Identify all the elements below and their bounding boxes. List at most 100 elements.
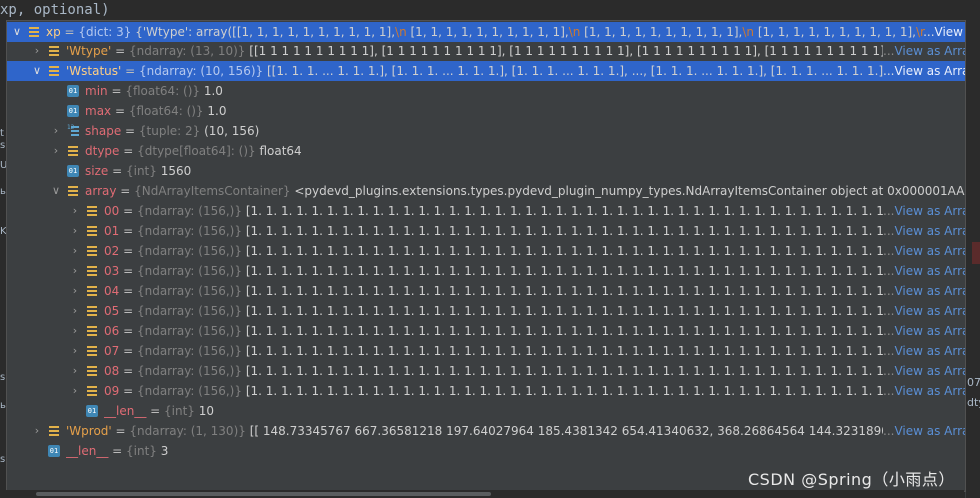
chevron-right-icon[interactable]: › (69, 221, 81, 241)
var-name: 08 (104, 364, 120, 378)
chevron-right-icon[interactable]: › (69, 201, 81, 221)
var-type: {ndarray: (156,)} (136, 284, 242, 298)
var-name: 00 (104, 204, 120, 218)
horizontal-scrollbar[interactable] (6, 490, 964, 498)
chevron-down-icon[interactable]: ∨ (31, 61, 43, 81)
var-value: (10, 156) (200, 124, 260, 138)
list-icon (67, 145, 79, 157)
view-as-array-link[interactable]: ...View as Array (883, 341, 965, 361)
var-name: 05 (104, 304, 120, 318)
tree-row-dtype[interactable]: › dtype = {dtype[float64]: ()} float64 (7, 141, 965, 161)
list-icon (86, 345, 98, 357)
var-type: {float64: ()} (125, 84, 201, 98)
tree-row-wstatus[interactable]: ∨ 'Wstatus' = {ndarray: (10, 156)} [[1. … (7, 61, 965, 81)
var-type: {dtype[float64]: ()} (137, 144, 256, 158)
view-as-array-link[interactable]: ...View as Array (883, 221, 965, 241)
chevron-down-icon[interactable]: ∨ (50, 181, 62, 201)
var-value: [1. 1. 1. 1. 1. 1. 1. 1. 1. 1. 1. 1. 1. … (245, 224, 883, 238)
tree-row-item[interactable]: › 05 = {ndarray: (156,)} [1. 1. 1. 1. 1.… (7, 301, 965, 321)
var-name: 02 (104, 244, 120, 258)
var-type: {ndarray: (13, 10)} (128, 44, 246, 58)
view-as-array-link[interactable]: ...View as Array (883, 281, 965, 301)
var-name: array (85, 184, 117, 198)
tree-row-item[interactable]: › 00 = {ndarray: (156,)} [1. 1. 1. 1. 1.… (7, 201, 965, 221)
var-value: [[ 148.73345767 667.36581218 197.6402796… (245, 424, 883, 438)
var-value: [1. 1. 1. 1. 1. 1. 1. 1. 1. 1. 1. 1. 1. … (245, 384, 883, 398)
chevron-right-icon[interactable]: › (31, 41, 43, 61)
var-type: {int} (125, 164, 157, 178)
var-name: shape (85, 124, 122, 138)
list-icon (86, 325, 98, 337)
var-name: 04 (104, 284, 120, 298)
tree-row-item[interactable]: › 01 = {ndarray: (156,)} [1. 1. 1. 1. 1.… (7, 221, 965, 241)
chevron-right-icon[interactable]: › (50, 121, 62, 141)
chevron-right-icon[interactable]: › (31, 421, 43, 441)
view-as-array-link[interactable]: ...View as Array (883, 61, 965, 81)
chevron-right-icon[interactable]: › (69, 241, 81, 261)
list-icon (48, 45, 60, 57)
var-type: {ndarray: (156,)} (136, 384, 242, 398)
view-as-array-link[interactable]: ...View as Array (883, 361, 965, 381)
chevron-right-icon[interactable]: › (69, 301, 81, 321)
view-as-array-link[interactable]: ...View as Array (883, 321, 965, 341)
var-name: 09 (104, 384, 120, 398)
tree-row-min[interactable]: 01 min = {float64: ()} 1.0 (7, 81, 965, 101)
tree-row-item[interactable]: › 04 = {ndarray: (156,)} [1. 1. 1. 1. 1.… (7, 281, 965, 301)
var-value: [[1. 1. 1. ... 1. 1. 1.], [1. 1. 1. ... … (266, 64, 883, 78)
error-marker (972, 242, 980, 264)
view-link[interactable]: ...View (923, 22, 963, 42)
view-as-array-link[interactable]: ...View as Array (883, 421, 965, 441)
tree-row-item[interactable]: › 07 = {ndarray: (156,)} [1. 1. 1. 1. 1.… (7, 341, 965, 361)
var-name: size (85, 164, 109, 178)
view-as-array-link[interactable]: ...View as Array (883, 201, 965, 221)
var-value: <pydevd_plugins.extensions.types.pydevd_… (290, 184, 965, 198)
tree-row-array-len[interactable]: 01 __len__ = {int} 10 (7, 401, 965, 421)
var-name: 'Wstatus' (66, 64, 122, 78)
view-as-array-link[interactable]: ...View as Array (883, 241, 965, 261)
tree-row-wtype[interactable]: › 'Wtype' = {ndarray: (13, 10)} [[1 1 1 … (7, 41, 965, 61)
tree-row-xp[interactable]: ∨ xp = {dict: 3} {'Wtype': array([[1, 1,… (7, 22, 965, 42)
variables-tree-popup: ∨ xp = {dict: 3} {'Wtype': array([[1, 1,… (6, 20, 966, 492)
view-as-array-link[interactable]: ...View as Array (883, 381, 965, 401)
scrollbar-thumb[interactable] (36, 492, 491, 496)
chevron-right-icon[interactable]: › (69, 321, 81, 341)
chevron-right-icon[interactable]: › (69, 281, 81, 301)
var-type: {int} (126, 444, 157, 458)
tree-row-size[interactable]: 01 size = {int} 1560 (7, 161, 965, 181)
var-name: 06 (104, 324, 120, 338)
right-strip-text: dty (967, 396, 980, 409)
tree-row-item[interactable]: › 02 = {ndarray: (156,)} [1. 1. 1. 1. 1.… (7, 241, 965, 261)
tree-row-wprod[interactable]: › 'Wprod' = {ndarray: (1, 130)} [[ 148.7… (7, 421, 965, 441)
tree-row-max[interactable]: 01 max = {float64: ()} 1.0 (7, 101, 965, 121)
tuple-icon: 12 (67, 125, 79, 137)
tree-row-item[interactable]: › 08 = {ndarray: (156,)} [1. 1. 1. 1. 1.… (7, 361, 965, 381)
chevron-right-icon[interactable]: › (69, 341, 81, 361)
tree-row-xp-len[interactable]: 01 __len__ = {int} 3 (7, 441, 965, 461)
tree-row-array[interactable]: ∨ array = {NdArrayItemsContainer} <pydev… (7, 181, 965, 201)
view-as-array-link[interactable]: ...View as Array (883, 301, 965, 321)
escape-sequence: \n (742, 25, 754, 39)
chevron-right-icon[interactable]: › (69, 261, 81, 281)
tree-row-shape[interactable]: › 12 shape = {tuple: 2} (10, 156) (7, 121, 965, 141)
view-as-array-link[interactable]: ...View as Array (883, 41, 965, 61)
var-value: [1. 1. 1. 1. 1. 1. 1. 1. 1. 1. 1. 1. 1. … (245, 264, 883, 278)
watermark: CSDN @Spring（小雨点） (748, 470, 955, 489)
list-icon (48, 425, 60, 437)
chevron-right-icon[interactable]: › (69, 361, 81, 381)
var-name: 07 (104, 344, 120, 358)
equals-sign: = (60, 25, 79, 39)
var-name: __len__ (104, 404, 147, 418)
view-as-array-link[interactable]: ...View as Array (883, 261, 965, 281)
list-icon (86, 305, 98, 317)
list-icon (86, 205, 98, 217)
var-value: [1, 1, 1, 1, 1, 1, 1, 1, 1, 1], (406, 25, 569, 39)
var-name: min (85, 84, 108, 98)
tree-row-item[interactable]: › 03 = {ndarray: (156,)} [1. 1. 1. 1. 1.… (7, 261, 965, 281)
var-value: {'Wtype': array([[1, 1, 1, 1, 1, 1, 1, 1… (135, 25, 396, 39)
chevron-right-icon[interactable]: › (50, 141, 62, 161)
chevron-down-icon[interactable]: ∨ (11, 22, 23, 42)
tree-row-item[interactable]: › 06 = {ndarray: (156,)} [1. 1. 1. 1. 1.… (7, 321, 965, 341)
number-icon: 01 (86, 405, 98, 417)
chevron-right-icon[interactable]: › (69, 381, 81, 401)
tree-row-item[interactable]: › 09 = {ndarray: (156,)} [1. 1. 1. 1. 1.… (7, 381, 965, 401)
